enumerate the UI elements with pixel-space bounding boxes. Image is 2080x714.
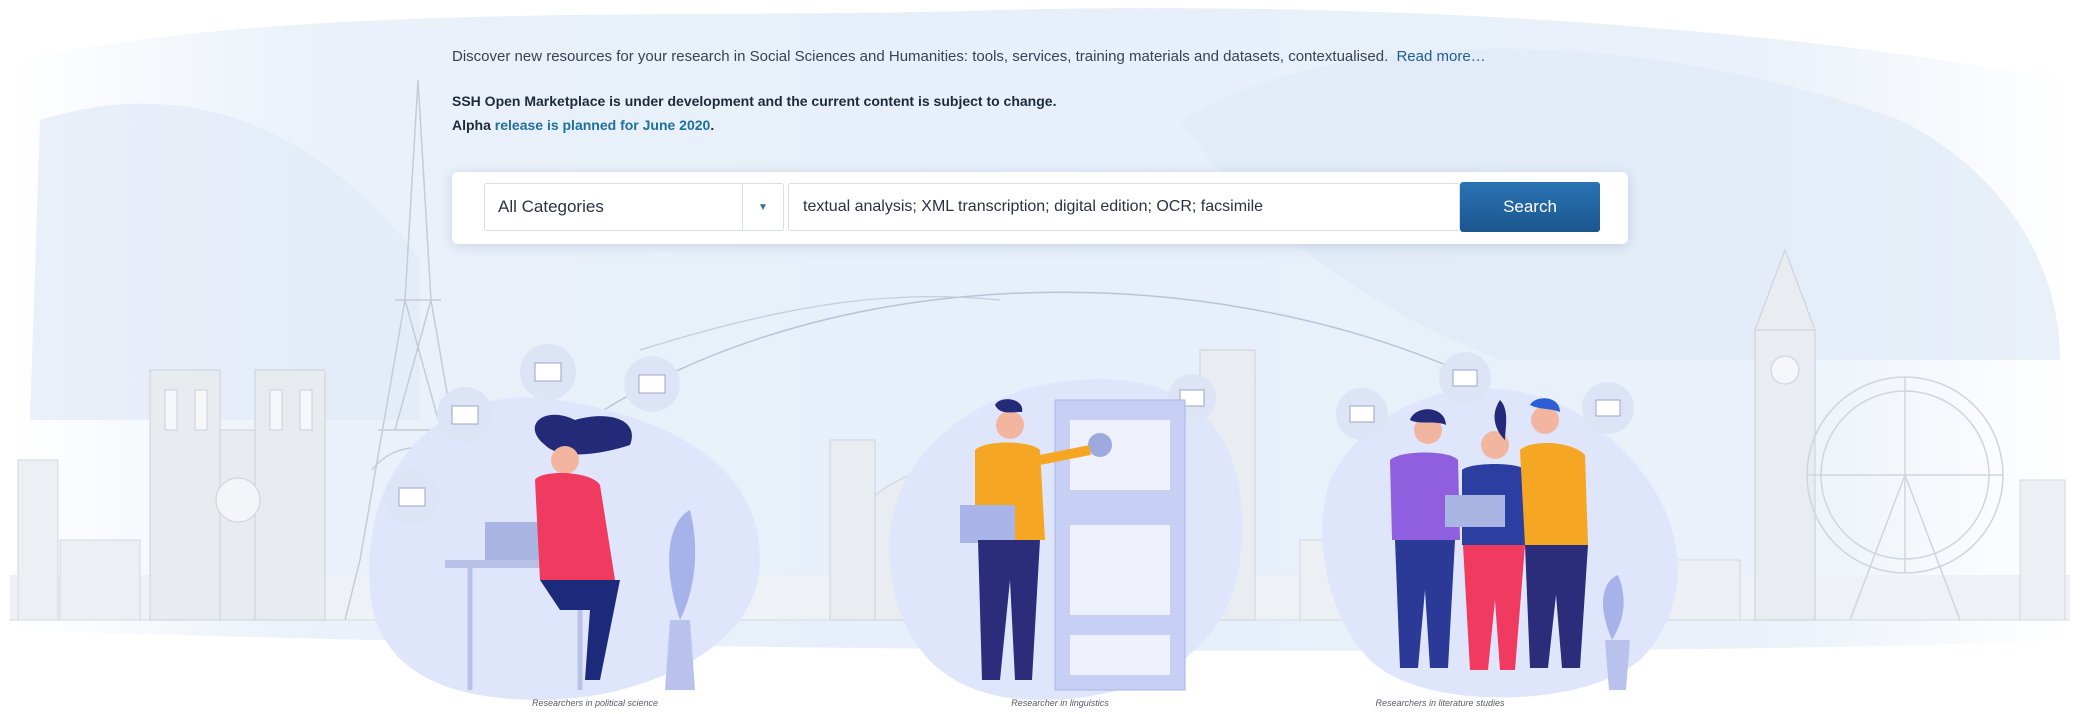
intro-text: Discover new resources for your research… xyxy=(452,46,1752,68)
notice-prefix: Alpha xyxy=(452,117,491,133)
development-notice: SSH Open Marketplace is under developmen… xyxy=(452,89,1752,137)
search-panel: All Categories ▼ Search xyxy=(452,172,1628,244)
hero-section: Discover new resources for your research… xyxy=(0,0,2080,714)
notice-line-1: SSH Open Marketplace is under developmen… xyxy=(452,93,1057,109)
caption-linguistics: Researcher in linguistics xyxy=(1011,698,1109,708)
category-selected-value: All Categories xyxy=(498,197,604,216)
intro-description: Discover new resources for your research… xyxy=(452,48,1389,65)
caret-down-icon[interactable]: ▼ xyxy=(743,202,783,213)
release-plan-link[interactable]: release is planned for June 2020 xyxy=(495,117,711,133)
intro-block: Discover new resources for your research… xyxy=(452,46,1752,137)
caption-political-science: Researchers in political science xyxy=(531,698,659,708)
notice-suffix: . xyxy=(710,117,715,133)
caption-literature-studies: Researchers in literature studies xyxy=(1375,698,1505,708)
search-input[interactable] xyxy=(788,183,1460,231)
category-dropdown[interactable]: All Categories ▼ xyxy=(484,183,784,231)
read-more-link[interactable]: Read more… xyxy=(1396,48,1485,65)
notice-line-2: Alpha release is planned for June 2020. xyxy=(452,113,1752,137)
search-button[interactable]: Search xyxy=(1460,182,1600,232)
